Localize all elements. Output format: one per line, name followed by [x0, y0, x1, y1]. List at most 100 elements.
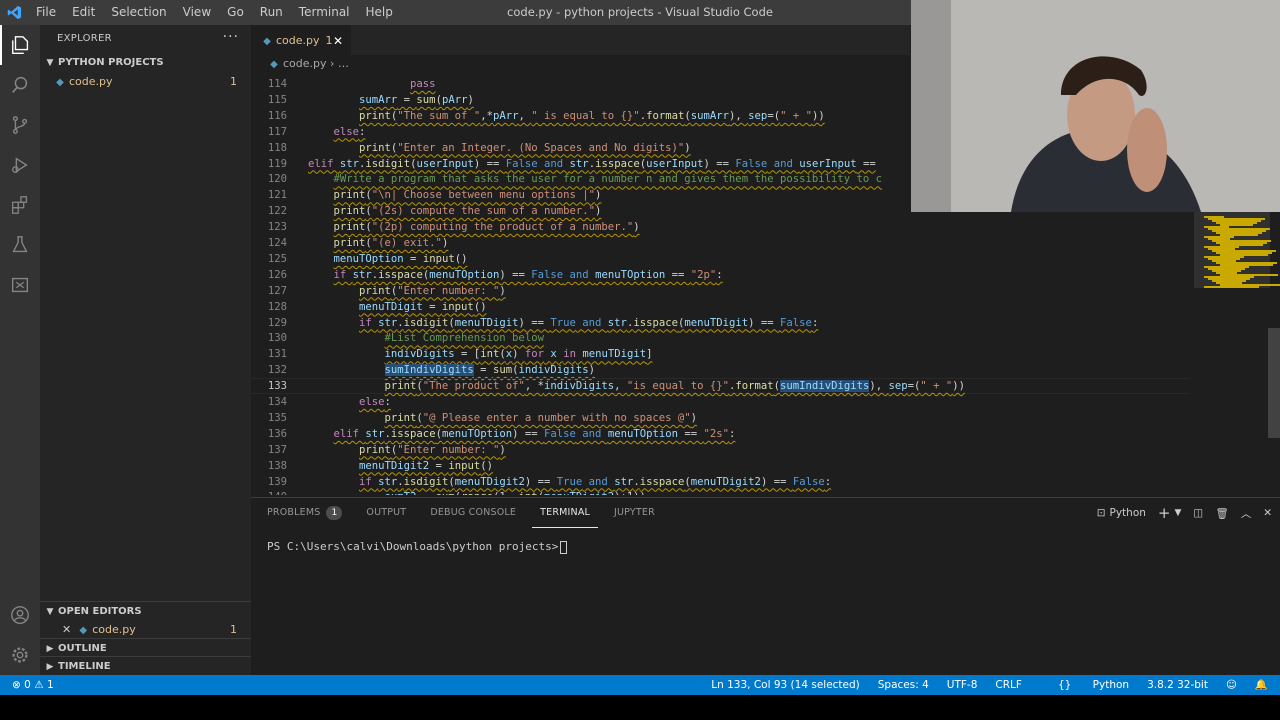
editor-scrollbar[interactable] [1268, 328, 1280, 438]
language-mode[interactable]: {} Python [1040, 675, 1129, 695]
more-actions-icon[interactable]: ··· [223, 29, 239, 45]
accounts-icon[interactable] [0, 595, 40, 635]
code-token: False [544, 427, 576, 440]
tab-jupyter[interactable]: JUPYTER [606, 498, 663, 528]
code-token: menuTDigit [582, 348, 647, 361]
code-line[interactable]: 131 indivDigits = [int(x) for x in menuTD… [251, 346, 1191, 362]
code-line[interactable]: 123 print("(2p) computing the product of … [251, 219, 1191, 235]
code-token: isspace [639, 475, 685, 488]
code-token: : [811, 316, 819, 329]
code-line[interactable]: 136 elif str.isspace(menuTOption) == Fals… [251, 426, 1191, 442]
code-token: ) == [748, 316, 781, 329]
notifications-bell-icon[interactable]: 🔔 [1255, 675, 1268, 695]
code-line[interactable]: 137 print("Enter number: ") [251, 442, 1191, 458]
line-number: 116 [267, 109, 287, 122]
new-terminal-plus-icon[interactable]: + [1158, 504, 1171, 522]
source-control-icon[interactable] [0, 105, 40, 145]
menu-help[interactable]: Help [358, 0, 401, 25]
tab-terminal[interactable]: TERMINAL [532, 498, 599, 528]
terminal-shell-label[interactable]: Python [1110, 507, 1146, 519]
code-line[interactable]: 128 menuTDigit = input() [251, 299, 1191, 315]
code-token: print [359, 284, 391, 297]
error-icon: ⊗ [12, 679, 21, 691]
close-tab-icon[interactable]: ✕ [333, 26, 343, 56]
menu-edit[interactable]: Edit [64, 0, 103, 25]
close-icon[interactable]: ✕ [62, 623, 71, 636]
code-line[interactable]: 140 sumT2 = sum(range(1, int(menuTDigit2)… [251, 489, 1191, 495]
code-line[interactable]: 130 #List Comprehension below [251, 330, 1191, 346]
settings-gear-icon[interactable] [0, 635, 40, 675]
line-number: 120 [267, 173, 287, 186]
breadcrumb-file[interactable]: code.py [283, 57, 327, 70]
file-code-py[interactable]: ◆ code.py 1 [40, 72, 251, 92]
error-count: 0 [24, 679, 31, 691]
code-line[interactable]: 125 menuTOption = input() [251, 251, 1191, 267]
code-line[interactable]: 135 print("@ Please enter a number with n… [251, 410, 1191, 426]
code-token: sumT2 [385, 491, 417, 495]
menu-file[interactable]: File [28, 0, 64, 25]
timeline-label: TIMELINE [58, 661, 111, 672]
menu-go[interactable]: Go [219, 0, 252, 25]
tab-code-py[interactable]: ◆ code.py 1 ✕ [251, 25, 351, 55]
code-token: " is equal to {}" [531, 109, 640, 122]
minimap[interactable] [1190, 212, 1280, 495]
problems-status[interactable]: ⊗ 0 ⚠ 1 [12, 675, 54, 695]
code-token: False [792, 475, 825, 488]
code-line[interactable]: 127 print("Enter number: ") [251, 283, 1191, 299]
tab-problems[interactable]: PROBLEMS 1 [259, 498, 350, 528]
terminal-output[interactable]: PS C:\Users\calvi\Downloads\python proje… [267, 540, 568, 554]
search-icon[interactable] [0, 65, 40, 105]
chevron-down-icon[interactable]: ▼ [1175, 508, 1182, 518]
menu-terminal[interactable]: Terminal [291, 0, 358, 25]
feedback-icon[interactable]: ☺ [1226, 675, 1237, 695]
code-line[interactable]: 133 print("The product of", *indivDigits,… [251, 378, 1191, 395]
menu-view[interactable]: View [175, 0, 219, 25]
folder-python-projects[interactable]: ▼ PYTHON PROJECTS [40, 53, 251, 73]
tab-debug-console[interactable]: DEBUG CONSOLE [422, 498, 524, 528]
menu-selection[interactable]: Selection [103, 0, 174, 25]
vscode-logo-icon [7, 5, 22, 20]
code-token: pArr [492, 109, 519, 122]
code-token: : [716, 268, 723, 281]
code-token: , [614, 380, 627, 393]
code-line[interactable]: 132 sumIndivDigits = sum(indivDigits) [251, 362, 1191, 378]
code-line[interactable]: 124 print("(e) exit.") [251, 235, 1191, 251]
code-line[interactable]: 126 if str.isspace(menuTOption) == False … [251, 267, 1191, 283]
problem-count-badge: 1 [230, 623, 237, 636]
split-terminal-icon[interactable]: ◫ [1193, 507, 1203, 519]
code-token: print [333, 205, 366, 218]
code-line[interactable]: 138 menuTDigit2 = input() [251, 458, 1191, 474]
explorer-icon[interactable] [0, 25, 40, 65]
code-token: #List Comprehension below [384, 332, 544, 345]
open-editors-section[interactable]: ▼ OPEN EDITORS [40, 601, 251, 621]
cursor-position[interactable]: Ln 133, Col 93 (14 selected) [711, 675, 859, 695]
extensions-icon[interactable] [0, 185, 40, 225]
code-token: ,* [480, 109, 493, 122]
testing-flask-icon[interactable] [0, 225, 40, 265]
code-line[interactable]: 129 if str.isdigit(menuTDigit) == True an… [251, 315, 1191, 331]
trash-icon[interactable]: 🗑 [1215, 507, 1228, 520]
code-line[interactable]: 139 if str.isdigit(menuTDigit2) == True a… [251, 474, 1191, 490]
code-line[interactable]: 134 else: [251, 394, 1191, 410]
code-token: indivDigits [543, 380, 615, 393]
python-interpreter[interactable]: 3.8.2 32-bit [1147, 675, 1208, 695]
line-number: 114 [267, 78, 287, 90]
tab-output[interactable]: OUTPUT [358, 498, 414, 528]
menu-run[interactable]: Run [252, 0, 291, 25]
end-of-line[interactable]: CRLF [995, 675, 1022, 695]
remote-explorer-icon[interactable] [0, 265, 40, 305]
breadcrumb-rest[interactable]: … [338, 57, 349, 70]
code-token: str [378, 475, 398, 488]
close-panel-icon[interactable]: ✕ [1263, 507, 1272, 519]
terminal-cursor [560, 540, 568, 554]
timeline-section[interactable]: ▶ TIMELINE [40, 656, 251, 676]
maximize-panel-icon[interactable]: ︿ [1241, 506, 1252, 521]
encoding[interactable]: UTF-8 [947, 675, 978, 695]
indentation[interactable]: Spaces: 4 [878, 675, 929, 695]
run-debug-icon[interactable] [0, 145, 40, 185]
open-editor-code-py[interactable]: ✕ ◆ code.py 1 [40, 620, 251, 640]
minimap-line [1204, 286, 1259, 288]
code-text: print("Enter number: ") [359, 283, 506, 299]
code-token: isdigit [365, 157, 411, 170]
outline-section[interactable]: ▶ OUTLINE [40, 638, 251, 658]
